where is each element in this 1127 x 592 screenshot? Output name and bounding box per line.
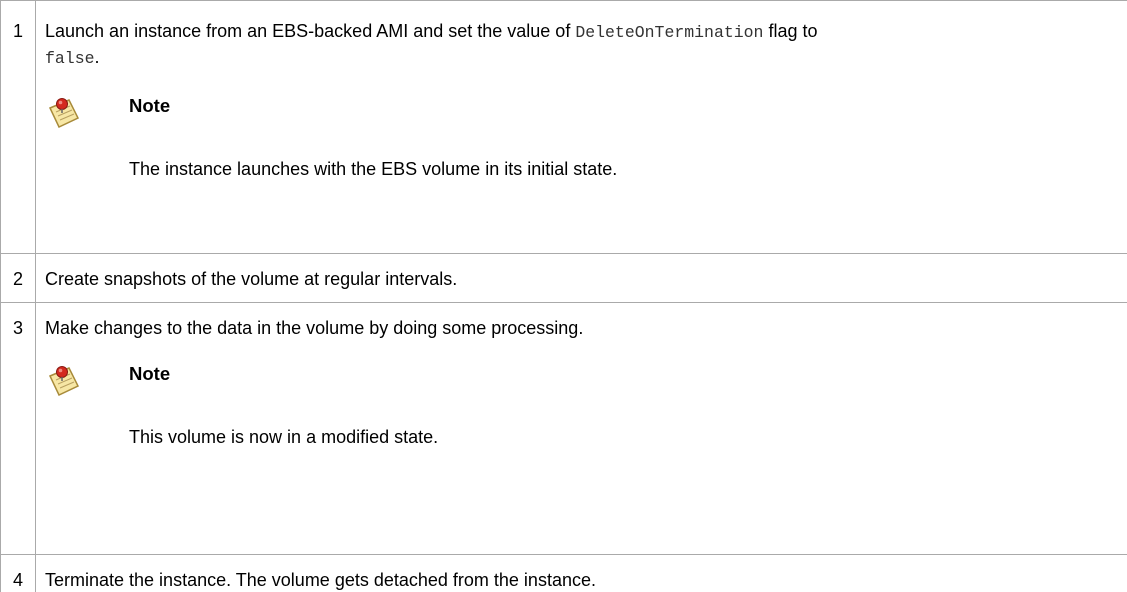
step-number-cell: 1 <box>1 1 36 254</box>
step-text: Create snapshots of the volume at regula… <box>45 254 1119 291</box>
note-pushpin-icon <box>45 362 83 400</box>
step-row: 2 Create snapshots of the volume at regu… <box>1 254 1127 303</box>
code-deleteontermination: DeleteOnTermination <box>575 23 763 42</box>
step-number: 1 <box>1 1 35 43</box>
step-text-part: flag to <box>763 21 817 41</box>
steps-table: 1 Launch an instance from an EBS-backed … <box>0 0 1127 592</box>
note-box: Note This volume is now in a modified st… <box>45 360 1119 510</box>
note-body: The instance launches with the EBS volum… <box>129 156 617 182</box>
step-row: 4 Terminate the instance. The volume get… <box>1 555 1127 592</box>
step-number: 3 <box>1 303 35 340</box>
note-box: Note The instance launches with the EBS … <box>45 92 1119 242</box>
step-content-cell: Terminate the instance. The volume gets … <box>36 555 1127 592</box>
step-row: 1 Launch an instance from an EBS-backed … <box>1 1 1127 254</box>
note-body: This volume is now in a modified state. <box>129 424 438 450</box>
code-false: false <box>45 49 95 68</box>
step-number: 2 <box>1 254 35 291</box>
note-title: Note <box>129 360 170 388</box>
note-pushpin-icon <box>45 94 83 132</box>
step-content-cell: Make changes to the data in the volume b… <box>36 303 1127 555</box>
note-title: Note <box>129 92 170 120</box>
step-text: Terminate the instance. The volume gets … <box>45 555 1119 592</box>
step-number: 4 <box>1 555 35 592</box>
step-text-part: Launch an instance from an EBS-backed AM… <box>45 21 575 41</box>
step-content-cell: Create snapshots of the volume at regula… <box>36 254 1127 303</box>
step-number-cell: 4 <box>1 555 36 592</box>
step-number-cell: 2 <box>1 254 36 303</box>
step-text-part: . <box>95 47 100 67</box>
step-text: Launch an instance from an EBS-backed AM… <box>45 1 1119 71</box>
step-number-cell: 3 <box>1 303 36 555</box>
step-content-cell: Launch an instance from an EBS-backed AM… <box>36 1 1127 254</box>
step-row: 3 Make changes to the data in the volume… <box>1 303 1127 555</box>
step-text: Make changes to the data in the volume b… <box>45 303 1119 340</box>
